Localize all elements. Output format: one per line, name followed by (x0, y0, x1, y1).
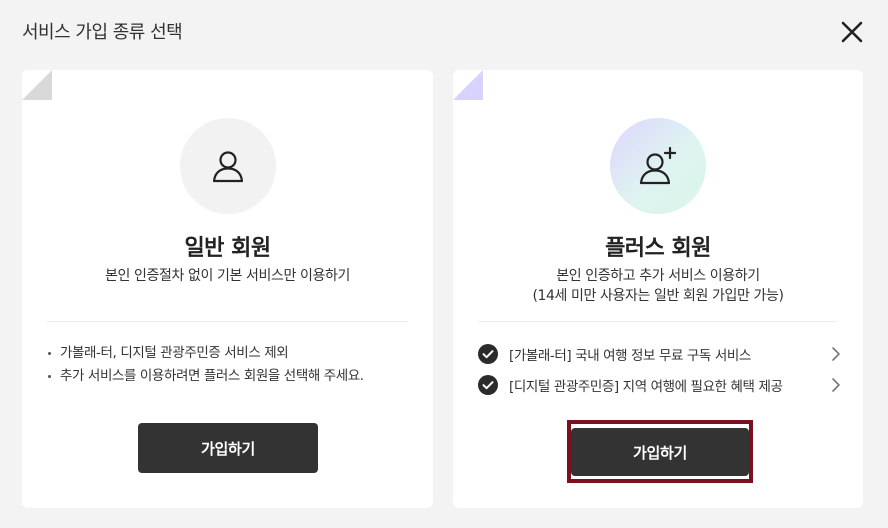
benefit-label: [가볼래-터] 국내 여행 정보 무료 구독 서비스 (509, 348, 751, 364)
plus-card-title: 플러스 회원 (605, 236, 711, 261)
basic-avatar (180, 118, 276, 214)
card-fold-decoration (22, 70, 52, 100)
focus-highlight: 가입하기 (567, 420, 753, 483)
check-circle-icon (478, 375, 498, 395)
check-circle-icon (478, 344, 498, 364)
basic-join-button[interactable]: 가입하기 (138, 423, 318, 473)
close-icon (841, 21, 863, 43)
basic-card-title: 일반 회원 (184, 236, 271, 261)
modal-title: 서비스 가입 종류 선택 (22, 22, 183, 43)
list-item-text: 추가 서비스를 이용하려면 플러스 회원을 선택해 주세요. (60, 368, 364, 384)
basic-card-description: 본인 인증절차 없이 기본 서비스만 이용하기 (105, 268, 350, 284)
user-plus-icon (639, 146, 677, 185)
divider (478, 321, 838, 322)
list-item: 가볼래-터, 디지털 관광주민증 서비스 제외 (48, 342, 364, 365)
basic-member-card: 일반 회원 본인 인증절차 없이 기본 서비스만 이용하기 가볼래-터, 디지털… (22, 70, 433, 508)
basic-notes-list: 가볼래-터, 디지털 관광주민증 서비스 제외 추가 서비스를 이용하려면 플러… (48, 342, 364, 388)
plus-description-line: 본인 인증하고 추가 서비스 이용하기 (556, 268, 760, 284)
plus-avatar (610, 118, 706, 214)
divider (47, 321, 408, 322)
plus-join-button[interactable]: 가입하기 (571, 428, 749, 476)
benefit-item-digital-resident-card[interactable]: [디지털 관광주민증] 지역 여행에 필요한 혜택 제공 (478, 373, 841, 397)
card-fold-decoration (453, 70, 483, 100)
chevron-right-icon (832, 347, 840, 361)
list-item-text: 가볼래-터, 디지털 관광주민증 서비스 제외 (60, 345, 289, 361)
benefit-label: [디지털 관광주민증] 지역 여행에 필요한 혜택 제공 (509, 379, 783, 395)
list-item: 추가 서비스를 이용하려면 플러스 회원을 선택해 주세요. (48, 365, 364, 388)
close-button[interactable] (838, 18, 866, 46)
plus-card-description: 본인 인증하고 추가 서비스 이용하기 (14세 미만 사용자는 일반 회원 가… (453, 266, 863, 306)
plus-member-card: 플러스 회원 본인 인증하고 추가 서비스 이용하기 (14세 미만 사용자는 … (453, 70, 863, 508)
user-icon (212, 151, 244, 183)
plus-description-note: (14세 미만 사용자는 일반 회원 가입만 가능) (532, 288, 784, 304)
chevron-right-icon (832, 378, 840, 392)
benefit-item-gabollaeter[interactable]: [가볼래-터] 국내 여행 정보 무료 구독 서비스 (478, 342, 841, 366)
